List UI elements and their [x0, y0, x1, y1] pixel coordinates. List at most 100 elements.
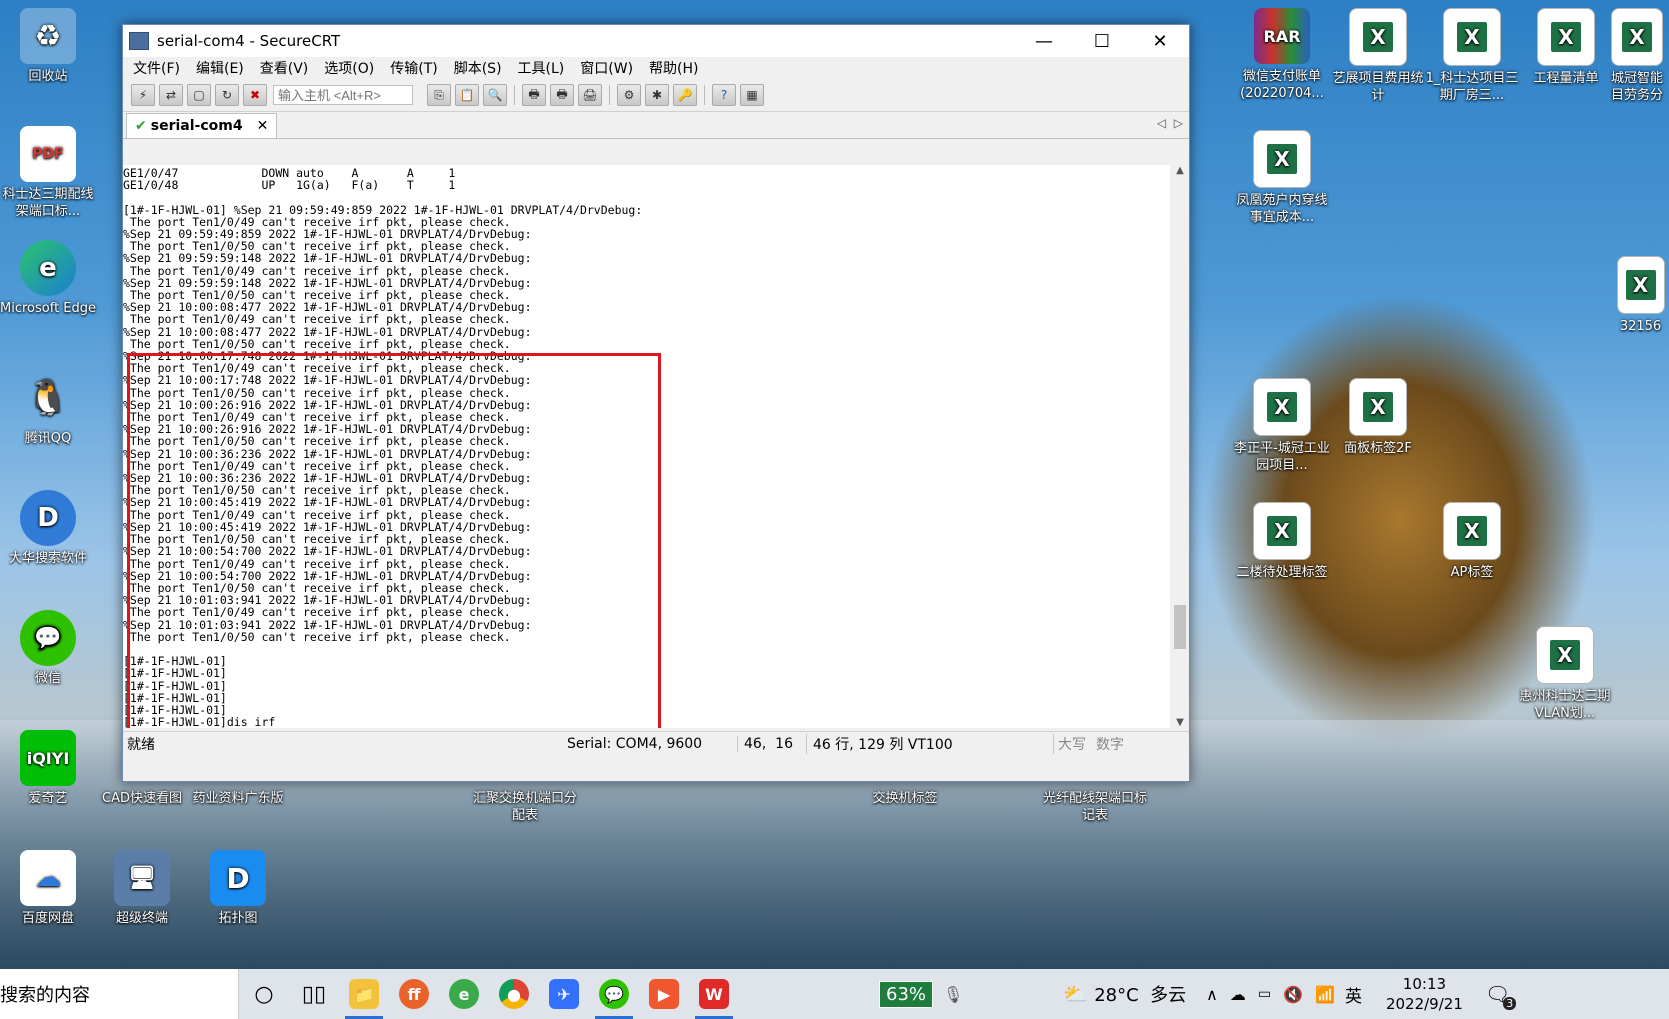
desktop-icon-wechat[interactable]: 💬 微信: [0, 610, 96, 687]
menu-transfer[interactable]: 传输(T): [390, 58, 437, 78]
toolbar-separator: [704, 85, 705, 105]
desktop-icon-switch-label[interactable]: 交换机标签: [850, 790, 960, 807]
wechat-icon: 💬: [20, 610, 76, 666]
desktop-icon-qq[interactable]: 🐧 腾讯QQ: [0, 370, 96, 447]
notification-center-icon[interactable]: 🗨 3: [1485, 982, 1517, 1010]
close-button[interactable]: ✕: [1131, 25, 1189, 57]
quick-connect-icon[interactable]: ⇄: [159, 84, 183, 106]
menu-help[interactable]: 帮助(H): [649, 58, 698, 78]
terminal-scrollbar[interactable]: ▲ ▼: [1171, 165, 1189, 728]
excel-icon: X: [1443, 502, 1501, 560]
cortana-icon[interactable]: ○: [239, 969, 289, 1019]
desktop-icon-dahua[interactable]: D 大华搜索软件: [0, 490, 96, 567]
tab-close-icon[interactable]: ✕: [257, 118, 269, 134]
scroll-up-icon[interactable]: ▲: [1171, 165, 1189, 176]
connect-tab-icon[interactable]: ▢: [187, 84, 211, 106]
desktop-icon-gcl[interactable]: X 工程量清单: [1516, 8, 1616, 87]
menu-script[interactable]: 脚本(S): [454, 58, 502, 78]
winrar-icon: RAR: [1254, 8, 1310, 64]
reconnect-icon[interactable]: ↻: [215, 84, 239, 106]
menu-tools[interactable]: 工具(L): [518, 58, 565, 78]
paste-icon[interactable]: 📋: [455, 84, 479, 106]
print-selection-icon[interactable]: 🖶: [550, 84, 574, 106]
title-bar[interactable]: serial-com4 - SecureCRT — ☐ ✕: [123, 25, 1189, 57]
desktop-icon-chengguan[interactable]: X 城冠智能目劳务分: [1606, 8, 1668, 104]
battery-indicator[interactable]: 63%: [879, 980, 934, 1008]
desktop-icon-recycle-bin[interactable]: ♻ 回收站: [0, 8, 96, 85]
edge-icon: e: [20, 240, 76, 296]
scroll-thumb[interactable]: [1174, 605, 1186, 649]
terminal-output[interactable]: GE1/0/47 DOWN auto A A 1 GE1/0/48 UP 1G(…: [123, 165, 1170, 728]
desktop-icon-32156[interactable]: X 32156: [1612, 256, 1669, 335]
task-view-icon[interactable]: ▯▯: [289, 969, 339, 1019]
print-icon[interactable]: 🖨: [578, 84, 602, 106]
ime-indicator[interactable]: 英: [1345, 982, 1362, 1007]
desktop-icon-topology[interactable]: D 拓扑图: [190, 850, 286, 927]
desktop-icon-yizhan[interactable]: X 艺展项目费用统计: [1328, 8, 1428, 104]
excel-icon: X: [1443, 8, 1501, 66]
onedrive-icon[interactable]: ☁: [1230, 985, 1246, 1004]
desktop-icon-fiber[interactable]: 光纤配线架端口标记表: [1040, 790, 1150, 824]
desktop-icon-fenghuang[interactable]: X 凤凰苑户内穿线事宜成本...: [1232, 130, 1332, 226]
menu-options[interactable]: 选项(O): [324, 58, 374, 78]
tab-scroll-arrows[interactable]: ◁ ▷: [1157, 116, 1183, 130]
wifi-icon[interactable]: 📶: [1315, 985, 1335, 1004]
desktop-icon-pdf[interactable]: PDF 科士达三期配线架端口标...: [0, 126, 96, 220]
wps-icon[interactable]: W: [689, 969, 739, 1019]
tab-serial-com4[interactable]: ✔ serial-com4 ✕: [126, 113, 278, 138]
pdf-icon: PDF: [20, 126, 76, 182]
taskbar-search[interactable]: 搜索的内容: [0, 969, 239, 1019]
disconnect-icon[interactable]: ✖: [243, 84, 267, 106]
global-options-icon[interactable]: ✱: [645, 84, 669, 106]
desktop-icon-vlan[interactable]: X 惠州科士达三期VLAN划...: [1510, 626, 1620, 722]
firefox-icon[interactable]: ff: [389, 969, 439, 1019]
desktop-icon-huiju[interactable]: 汇聚交换机端口分配表: [470, 790, 580, 824]
volume-muted-icon[interactable]: 🔇: [1283, 985, 1303, 1004]
menu-window[interactable]: 窗口(W): [580, 58, 633, 78]
securecrt-window: serial-com4 - SecureCRT — ☐ ✕ 文件(F) 编辑(E…: [122, 24, 1190, 782]
desktop-icon-kst3[interactable]: X 1_科士达项目三期厂房三...: [1422, 8, 1522, 104]
find-icon[interactable]: 🔍: [483, 84, 507, 106]
menu-edit[interactable]: 编辑(E): [196, 58, 244, 78]
wechat-taskbar-icon[interactable]: 💬: [589, 969, 639, 1019]
desktop-icon-edge[interactable]: e Microsoft Edge: [0, 240, 96, 317]
sftp-icon[interactable]: ▦: [740, 84, 764, 106]
desktop-icon-mianban[interactable]: X 面板标签2F: [1328, 378, 1428, 457]
tray-chevron-icon[interactable]: ∧: [1206, 985, 1218, 1004]
desktop-icon-lizhengping[interactable]: X 李正平-城冠工业园项目...: [1232, 378, 1332, 474]
desktop-icon-erlou[interactable]: X 二楼待处理标签: [1232, 502, 1332, 581]
desktop-icon-yaoye[interactable]: 药业资料广东版: [190, 790, 286, 807]
desktop-icon-iqiyi[interactable]: iQIYI 爱奇艺: [0, 730, 96, 807]
excel-icon: X: [1253, 502, 1311, 560]
wps-slides-icon[interactable]: ▶: [639, 969, 689, 1019]
file-explorer-icon[interactable]: 📁: [339, 969, 389, 1019]
chrome-icon[interactable]: ●: [489, 969, 539, 1019]
weather-icon[interactable]: ⛅: [1063, 982, 1088, 1006]
excel-icon: X: [1537, 8, 1595, 66]
desktop-icon-ap[interactable]: X AP标签: [1422, 502, 1522, 581]
help-icon[interactable]: ?: [712, 84, 736, 106]
desktop-icon-winrar[interactable]: RAR 微信支付账单(20220704...: [1232, 8, 1332, 102]
battery-icon[interactable]: ▭: [1258, 986, 1271, 1002]
print-screen-icon[interactable]: 🖶: [522, 84, 546, 106]
connect-icon[interactable]: ⚡: [131, 84, 155, 106]
ie-browser-icon[interactable]: e: [439, 969, 489, 1019]
status-cursor: 46, 16: [737, 736, 806, 752]
mic-icon[interactable]: 🎙: [943, 985, 963, 1004]
clock[interactable]: 10:13 2022/9/21: [1386, 974, 1463, 1014]
desktop-icon-baidu[interactable]: ☁ 百度网盘: [0, 850, 96, 927]
menu-view[interactable]: 查看(V): [260, 58, 309, 78]
maximize-button[interactable]: ☐: [1073, 25, 1131, 57]
desktop-icon-cad[interactable]: CAD快速看图: [94, 790, 190, 807]
keymap-icon[interactable]: 🔑: [673, 84, 697, 106]
excel-icon: X: [1536, 626, 1594, 684]
feishu-icon[interactable]: ✈: [539, 969, 589, 1019]
copy-icon[interactable]: ⎘: [427, 84, 451, 106]
weather-text[interactable]: 28°C 多云: [1094, 981, 1186, 1007]
session-options-icon[interactable]: ⚙: [617, 84, 641, 106]
scroll-down-icon[interactable]: ▼: [1171, 717, 1189, 728]
desktop-icon-terminal[interactable]: 🖥 超级终端: [94, 850, 190, 927]
menu-file[interactable]: 文件(F): [133, 58, 180, 78]
host-input[interactable]: [273, 85, 413, 105]
minimize-button[interactable]: —: [1015, 25, 1073, 57]
